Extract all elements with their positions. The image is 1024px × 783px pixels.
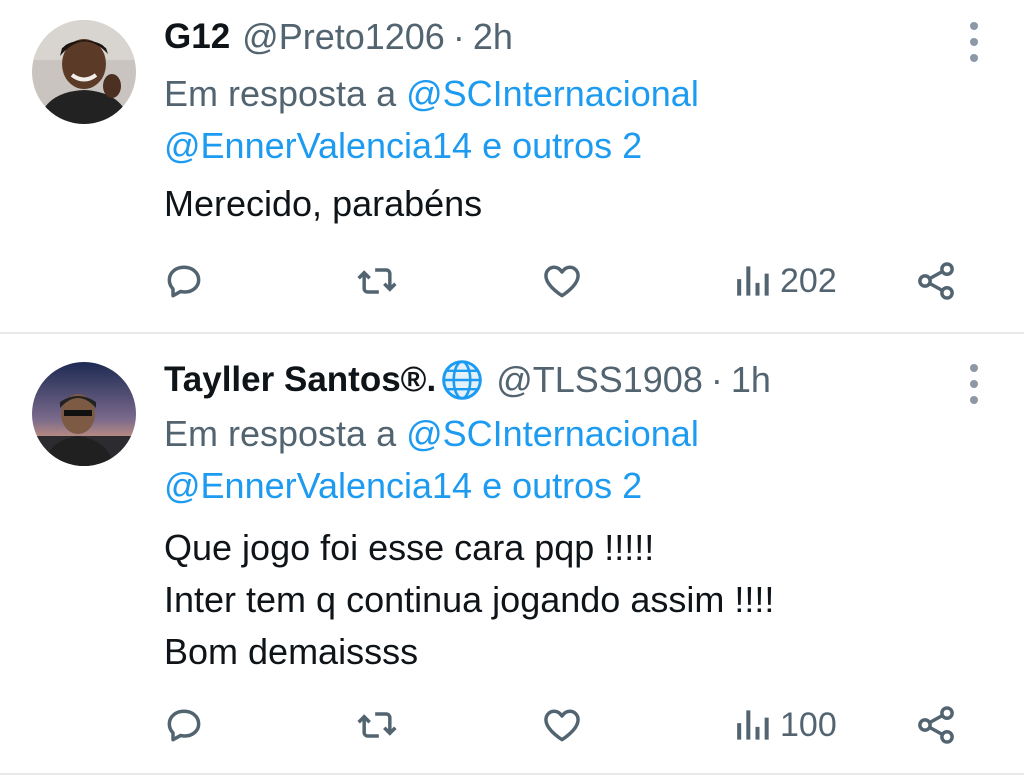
retweet-button[interactable] [355, 700, 399, 750]
action-bar: 100 [0, 700, 1024, 750]
tweet-text: Que jogo foi esse cara pqp !!!!! Inter t… [164, 522, 984, 678]
heart-icon [544, 709, 580, 742]
tweet-text-line: Merecido, parabéns [164, 183, 483, 224]
reply-prefix: Em resposta a [164, 413, 397, 454]
reply-mention-link[interactable]: @SCInternacional [406, 413, 699, 454]
reply-mention-others-link[interactable]: @EnnerValencia14 e outros 2 [164, 120, 984, 172]
action-bar: 202 [0, 256, 1024, 306]
reply-mention-others-link[interactable]: @EnnerValencia14 e outros 2 [164, 460, 984, 512]
avatar[interactable] [32, 20, 136, 124]
tweet-card[interactable]: Tayller Santos®. @TLSS1908 · 1h Em respo… [0, 334, 1024, 774]
tweet-text: Merecido, parabéns [164, 178, 984, 230]
tweet-divider [0, 773, 1024, 775]
share-button[interactable] [914, 256, 958, 306]
tweet-text-line: Bom demaissss [164, 631, 419, 672]
reply-context: Em resposta a @SCInternacional @EnnerVal… [164, 68, 984, 172]
views-icon [737, 266, 769, 296]
views-count: 100 [780, 705, 837, 744]
views-count: 202 [780, 261, 837, 300]
retweet-icon [357, 268, 397, 294]
share-button[interactable] [914, 700, 958, 750]
like-button[interactable] [540, 256, 584, 306]
share-icon [918, 262, 954, 300]
reply-button[interactable] [162, 256, 206, 306]
reply-prefix: Em resposta a [164, 73, 397, 114]
tweet-text-line: Que jogo foi esse cara pqp !!!!! [164, 527, 655, 568]
globe-icon [442, 360, 482, 400]
tweet-time[interactable]: 1h [731, 358, 771, 402]
views-button[interactable]: 202 [730, 256, 837, 306]
reply-context: Em resposta a @SCInternacional @EnnerVal… [164, 408, 984, 512]
tweet-header: Tayller Santos®. @TLSS1908 · 1h [164, 358, 964, 402]
more-vertical-icon[interactable] [964, 364, 984, 404]
tweet-time[interactable]: 2h [473, 15, 513, 59]
display-name[interactable]: G12 [164, 15, 230, 59]
more-vertical-icon[interactable] [964, 22, 984, 62]
user-handle[interactable]: @Preto1206 [242, 15, 445, 59]
tweet-text-line: Inter tem q continua jogando assim !!!! [164, 579, 775, 620]
share-icon [918, 706, 954, 744]
retweet-icon [357, 712, 397, 738]
heart-icon [544, 265, 580, 298]
avatar[interactable] [32, 362, 136, 466]
views-button[interactable]: 100 [730, 700, 837, 750]
reply-mention-link[interactable]: @SCInternacional [406, 73, 699, 114]
reply-icon [167, 709, 201, 742]
reply-icon [167, 265, 201, 298]
user-handle[interactable]: @TLSS1908 [496, 358, 703, 402]
like-button[interactable] [540, 700, 584, 750]
separator-dot: · [452, 16, 465, 57]
reply-button[interactable] [162, 700, 206, 750]
tweet-header: G12 @Preto1206 · 2h [164, 15, 964, 59]
display-name[interactable]: Tayller Santos®. [164, 358, 436, 402]
retweet-button[interactable] [355, 256, 399, 306]
views-icon [737, 710, 769, 740]
separator-dot: · [710, 359, 723, 400]
tweet-card[interactable]: G12 @Preto1206 · 2h Em resposta a @SCInt… [0, 0, 1024, 333]
